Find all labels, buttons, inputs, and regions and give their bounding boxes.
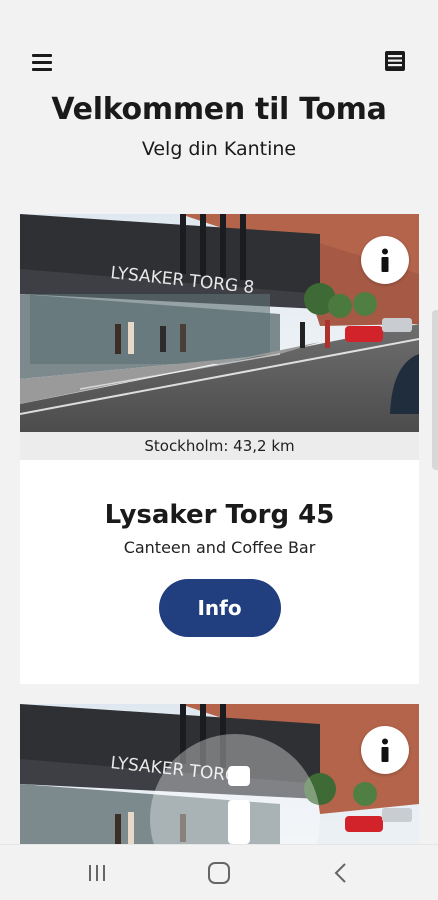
info-icon[interactable] xyxy=(361,236,409,284)
canteen-photo: LYSAKER TORG 8 xyxy=(20,214,419,432)
page-subtitle: Velg din Kantine xyxy=(141,138,297,160)
info-icon[interactable] xyxy=(361,726,409,774)
canteen-card[interactable]: LYSAKER TORG 8 Stockholm: 43,2 km Lysake… xyxy=(20,214,419,684)
home-icon[interactable] xyxy=(204,859,234,887)
touch-indicator xyxy=(228,800,250,844)
recent-apps-icon[interactable] xyxy=(82,859,112,887)
canteen-name: Lysaker Torg 45 xyxy=(104,500,335,530)
canteen-photo: LYSAKER TORG xyxy=(20,704,419,844)
hamburger-menu-icon[interactable] xyxy=(30,50,58,74)
top-bar xyxy=(0,0,438,90)
distance-label: Stockholm: 43,2 km xyxy=(20,432,419,460)
system-navigation-bar xyxy=(0,844,438,900)
back-icon[interactable] xyxy=(326,859,356,887)
page-title: Velkommen til Toma xyxy=(51,92,387,127)
info-button[interactable]: Info xyxy=(158,579,281,637)
canteen-description: Canteen and Coffee Bar xyxy=(123,538,316,557)
scroll-handle[interactable] xyxy=(432,310,438,470)
document-list-icon[interactable] xyxy=(382,48,408,74)
touch-indicator xyxy=(228,766,250,786)
canteen-card[interactable]: LYSAKER TORG xyxy=(20,704,419,844)
